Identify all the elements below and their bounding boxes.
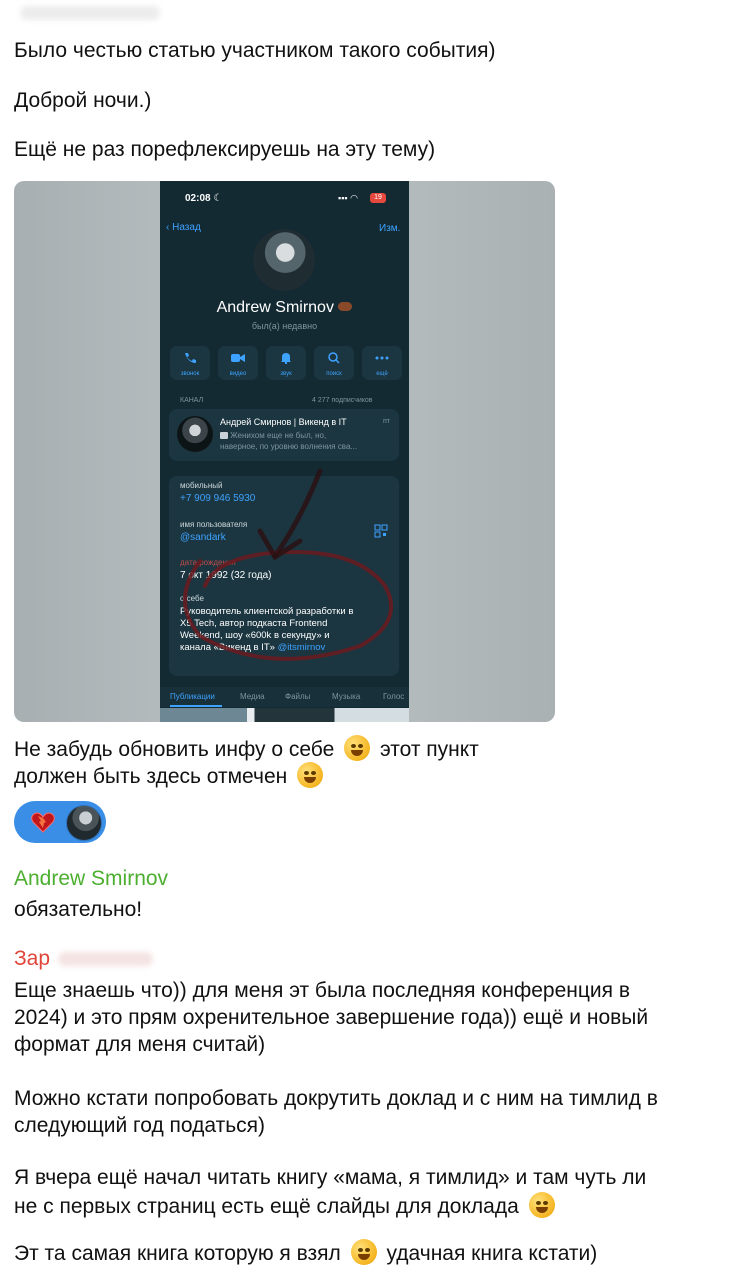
back-button[interactable]: ‹ Назад xyxy=(166,222,201,233)
message-text: 2024) и это прям охренительное завершени… xyxy=(14,1006,649,1029)
message-text: Еще знаешь что)) для меня эт была послед… xyxy=(14,979,631,1002)
message-text: этот пункт xyxy=(379,738,479,761)
tab-underline xyxy=(170,705,222,707)
message-text: Не забудь обновить инфу о себе xyxy=(14,738,335,761)
reaction-pill[interactable] xyxy=(14,801,106,843)
action-label: звонок xyxy=(180,371,200,377)
search-icon xyxy=(328,352,340,364)
back-label: Назад xyxy=(172,222,201,233)
message-text: Ещё не раз порефлексируешь на эту тему) xyxy=(14,138,436,161)
channel-avatar xyxy=(177,416,213,452)
subscriber-count: 4 277 подписчиков xyxy=(312,397,373,404)
moon-icon: ☾ xyxy=(213,193,223,204)
status-time: 02:08 xyxy=(185,193,211,204)
media-thumbnail-strip xyxy=(160,708,409,722)
emoji-status-icon xyxy=(338,302,353,311)
phone-profile-screen: 02:08 ☾ ▪▪▪ ◠ 19 ‹ Назад Изм. Andrew Smi… xyxy=(160,181,409,722)
edit-button[interactable]: Изм. xyxy=(379,223,400,234)
profile-name: Andrew Smirnov xyxy=(216,299,334,316)
channel-title: Андрей Смирнов | Викенд в IT xyxy=(220,417,347,427)
attached-screenshot[interactable]: 02:08 ☾ ▪▪▪ ◠ 19 ‹ Назад Изм. Andrew Smi… xyxy=(14,181,555,722)
blurred-sender-name xyxy=(58,952,153,966)
video-icon xyxy=(231,354,245,362)
tab-music[interactable]: Музыка xyxy=(332,692,360,701)
message-text: Было честью статью участником такого соб… xyxy=(14,39,496,62)
chevron-left-icon: ‹ xyxy=(166,222,170,233)
heart-reaction-icon xyxy=(31,812,55,833)
action-more[interactable]: ещё xyxy=(362,346,402,380)
action-label: видео xyxy=(229,371,247,377)
sweat-smile-emoji-icon xyxy=(528,1192,555,1218)
tab-files[interactable]: Файлы xyxy=(285,692,310,701)
channel-header: КАНАЛ xyxy=(180,397,204,404)
message-text: следующий год податься) xyxy=(14,1114,266,1137)
battery-badge: 19 xyxy=(370,193,386,203)
sweat-smile-emoji-icon xyxy=(297,762,324,788)
laughing-emoji-icon xyxy=(344,735,371,761)
blurred-sender-name xyxy=(20,6,160,20)
media-tabs: Публикации Медиа Файлы Музыка Голос xyxy=(160,687,409,707)
message-text: Можно кстати попробовать докрутить докла… xyxy=(14,1087,658,1110)
signal-wifi-icons: ▪▪▪ ◠ xyxy=(338,193,358,203)
action-call[interactable]: звонок xyxy=(170,346,210,380)
message-text: обязательно! xyxy=(14,898,143,921)
profile-avatar xyxy=(253,229,315,291)
phone-icon xyxy=(185,353,196,363)
bell-icon xyxy=(281,353,291,364)
message-text: Эт та самая книга которую я взял xyxy=(14,1242,341,1265)
action-label: звук xyxy=(280,371,292,377)
tab-publications[interactable]: Публикации xyxy=(170,692,215,701)
message-text: не с первых страниц есть ещё слайды для … xyxy=(14,1195,519,1218)
channel-preview: Женихом еще не был, но, xyxy=(230,431,327,440)
action-video[interactable]: видео xyxy=(218,346,258,380)
last-seen: был(а) недавно xyxy=(251,321,318,331)
sender-name-text: Зар xyxy=(14,947,51,970)
red-circle-annotation xyxy=(183,468,394,661)
tab-voice[interactable]: Голос xyxy=(383,692,404,701)
message-text: Доброй ночи.) xyxy=(14,89,152,112)
zany-face-emoji-icon xyxy=(350,1239,377,1265)
action-label: ещё xyxy=(376,371,388,377)
channel-card[interactable]: Андрей Смирнов | Викенд в IT пт Женихом … xyxy=(169,409,399,461)
message-text: формат для меня считай) xyxy=(14,1033,266,1056)
reactor-avatar xyxy=(66,805,102,841)
action-sound[interactable]: звук xyxy=(266,346,306,380)
sender-name[interactable]: Зар xyxy=(14,946,50,972)
channel-time: пт xyxy=(383,418,390,425)
action-search[interactable]: поиск xyxy=(314,346,354,380)
message-text: должен быть здесь отмечен xyxy=(14,765,288,788)
message-text: удачная книга кстати) xyxy=(386,1242,598,1265)
message-text: Я вчера ещё начал читать книгу «мама, я … xyxy=(14,1166,647,1189)
tab-media[interactable]: Медиа xyxy=(240,692,265,701)
channel-preview: наверное, по уровню волнения сва... xyxy=(220,442,358,451)
more-icon xyxy=(375,356,389,360)
sender-name[interactable]: Andrew Smirnov xyxy=(14,866,168,892)
action-label: поиск xyxy=(326,371,342,377)
forward-icon xyxy=(220,432,228,439)
